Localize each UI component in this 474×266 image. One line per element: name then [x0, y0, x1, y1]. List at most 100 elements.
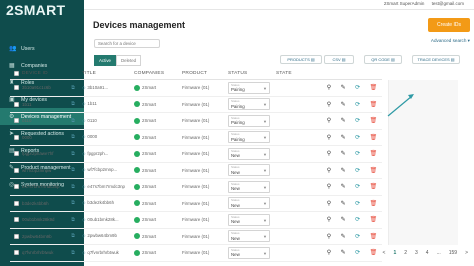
update-icon[interactable]: ⟳: [355, 84, 360, 91]
page-3[interactable]: 3: [415, 250, 418, 256]
update-icon[interactable]: ⟳: [355, 249, 360, 256]
page-4[interactable]: 4: [426, 250, 429, 256]
page-2[interactable]: 2: [404, 250, 407, 256]
table-row[interactable]: e47s7bm7rmdc3np ⧉ ◇ e47s7bm7rmdc3np 2Smart Fi…: [10, 179, 382, 196]
table-row[interactable]: 00ub1bmk28k9d ⧉ ◇ 00ub1bmk28k... 2Smart Firmw…: [10, 212, 382, 229]
update-icon[interactable]: ⟳: [355, 200, 360, 207]
update-icon[interactable]: ⟳: [355, 183, 360, 190]
table-row[interactable]: 2pwbw64bm9b ⧉ ◇ 2pwbw64bm9b 2Smart Firmware (…: [10, 229, 382, 245]
copy-icon[interactable]: ⧉: [68, 151, 78, 157]
row-checkbox[interactable]: [13, 85, 19, 91]
row-checkbox[interactable]: [13, 233, 19, 239]
row-checkbox[interactable]: [13, 101, 19, 107]
edit-icon[interactable]: ✎: [341, 134, 346, 141]
update-icon[interactable]: ⟳: [355, 150, 360, 157]
col-device-id[interactable]: DEVICE ID: [22, 71, 68, 76]
col-status[interactable]: STATUS: [228, 71, 276, 76]
table-row[interactable]: 0000 ⧉ ◇ 0000 2Smart Firmware (01) Status Pairi…: [10, 130, 382, 146]
next-page-button[interactable]: >: [465, 250, 468, 256]
qr-code-button[interactable]: QR CODE ▤: [364, 55, 402, 64]
select-all-checkbox[interactable]: [13, 71, 19, 76]
qr-search-icon[interactable]: ⚲: [327, 183, 331, 190]
copy-icon[interactable]: ⧉: [68, 250, 78, 256]
qr-search-icon[interactable]: ⚲: [327, 249, 331, 256]
tab-deleted[interactable]: Deleted: [115, 55, 142, 66]
status-select[interactable]: Status Pairing ▼: [228, 114, 270, 127]
col-product[interactable]: PRODUCT: [182, 71, 228, 76]
copy-icon[interactable]: ⧉: [68, 233, 78, 239]
edit-icon[interactable]: ✎: [341, 183, 346, 190]
row-checkbox[interactable]: [13, 250, 19, 256]
qr-search-icon[interactable]: ⚲: [327, 150, 331, 157]
update-icon[interactable]: ⟳: [355, 134, 360, 141]
row-checkbox[interactable]: [13, 167, 19, 173]
delete-icon[interactable]: 🗑: [370, 216, 378, 223]
status-select[interactable]: Status New ▼: [228, 213, 270, 226]
table-row[interactable]: 0110 ⧉ ◇ 0110 2Smart Firmware (01) Status Pairi…: [10, 113, 382, 130]
status-select[interactable]: Status Pairing ▼: [228, 98, 270, 111]
edit-icon[interactable]: ✎: [341, 150, 346, 157]
row-checkbox[interactable]: [13, 184, 19, 190]
delete-icon[interactable]: 🗑: [370, 167, 378, 174]
edit-icon[interactable]: ✎: [341, 233, 346, 240]
edit-icon[interactable]: ✎: [341, 200, 346, 207]
qr-search-icon[interactable]: ⚲: [327, 84, 331, 91]
copy-icon[interactable]: ⧉: [68, 167, 78, 173]
edit-icon[interactable]: ✎: [341, 249, 346, 256]
qr-search-icon[interactable]: ⚲: [327, 233, 331, 240]
qr-search-icon[interactable]: ⚲: [327, 216, 331, 223]
copy-icon[interactable]: ⧉: [68, 184, 78, 190]
status-select[interactable]: Status Pairing ▼: [228, 131, 270, 144]
copy-icon[interactable]: ⧉: [68, 101, 78, 107]
delete-icon[interactable]: 🗑: [370, 134, 378, 141]
qr-search-icon[interactable]: ⚲: [327, 200, 331, 207]
row-checkbox[interactable]: [13, 151, 19, 157]
edit-icon[interactable]: ✎: [341, 84, 346, 91]
row-checkbox[interactable]: [13, 118, 19, 124]
delete-icon[interactable]: 🗑: [370, 117, 378, 124]
products-button[interactable]: PRODUCTS ▤: [280, 55, 322, 64]
update-icon[interactable]: ⟳: [355, 167, 360, 174]
prev-page-button[interactable]: <: [383, 250, 386, 256]
row-checkbox[interactable]: [13, 200, 19, 206]
col-state[interactable]: STATE: [276, 71, 318, 76]
row-checkbox[interactable]: [13, 134, 19, 140]
copy-icon[interactable]: ⧉: [68, 200, 78, 206]
user-info[interactable]: 2Smart SuperAdmin test@gmail.com: [378, 1, 464, 6]
status-select[interactable]: Status Pairing ▼: [228, 81, 270, 94]
status-select[interactable]: Status New ▼: [228, 147, 270, 160]
delete-icon[interactable]: 🗑: [370, 200, 378, 207]
page-...[interactable]: ...: [437, 250, 441, 256]
status-select[interactable]: Status New ▼: [228, 246, 270, 259]
tab-active[interactable]: Active: [94, 55, 116, 66]
table-row[interactable]: 1b11 ⧉ ◇ 1b11 2Smart Firmware (01) Status Pairi…: [10, 97, 382, 113]
update-icon[interactable]: ⟳: [355, 233, 360, 240]
row-checkbox[interactable]: [13, 217, 19, 223]
trace-devices-button[interactable]: TRACE DEVICES ▤: [412, 55, 460, 64]
status-select[interactable]: Status New ▼: [228, 230, 270, 243]
page-1[interactable]: 1: [393, 250, 396, 256]
qr-search-icon[interactable]: ⚲: [327, 134, 331, 141]
delete-icon[interactable]: 🗑: [370, 84, 378, 91]
table-row[interactable]: q7fvnrbrhrbtwuk ⧉ ◇ q7fvnrbrhrbtwuk 2Smart Fi…: [10, 245, 382, 262]
copy-icon[interactable]: ⧉: [68, 118, 78, 124]
table-row[interactable]: b3de2k4bb6h ⧉ ◇ b3de2k4bb6h 2Smart Firmware (…: [10, 196, 382, 212]
delete-icon[interactable]: 🗑: [370, 150, 378, 157]
status-select[interactable]: Status New ▼: [228, 180, 270, 193]
edit-icon[interactable]: ✎: [341, 216, 346, 223]
table-row[interactable]: wf7fcbp2mnpw ⧉ ◇ wf7fcbp2mnp... 2Smart Firmwa…: [10, 163, 382, 179]
delete-icon[interactable]: 🗑: [370, 233, 378, 240]
status-select[interactable]: Status New ▼: [228, 164, 270, 177]
table-row[interactable]: 3b10a91c1c6b ⧉ ◇ 3b10a91... 2Smart Firmware (…: [10, 80, 382, 97]
update-icon[interactable]: ⟳: [355, 216, 360, 223]
col-companies[interactable]: COMPANIES: [134, 71, 182, 76]
csv-button[interactable]: CSV ▤: [324, 55, 354, 64]
sidebar-item-users[interactable]: 👥 Users: [0, 40, 84, 57]
update-icon[interactable]: ⟳: [355, 101, 360, 108]
status-select[interactable]: Status New ▼: [228, 197, 270, 210]
qr-search-icon[interactable]: ⚲: [327, 117, 331, 124]
advanced-search-link[interactable]: Advanced search ▾: [431, 38, 470, 44]
edit-icon[interactable]: ✎: [341, 117, 346, 124]
qr-search-icon[interactable]: ⚲: [327, 167, 331, 174]
edit-icon[interactable]: ✎: [341, 101, 346, 108]
